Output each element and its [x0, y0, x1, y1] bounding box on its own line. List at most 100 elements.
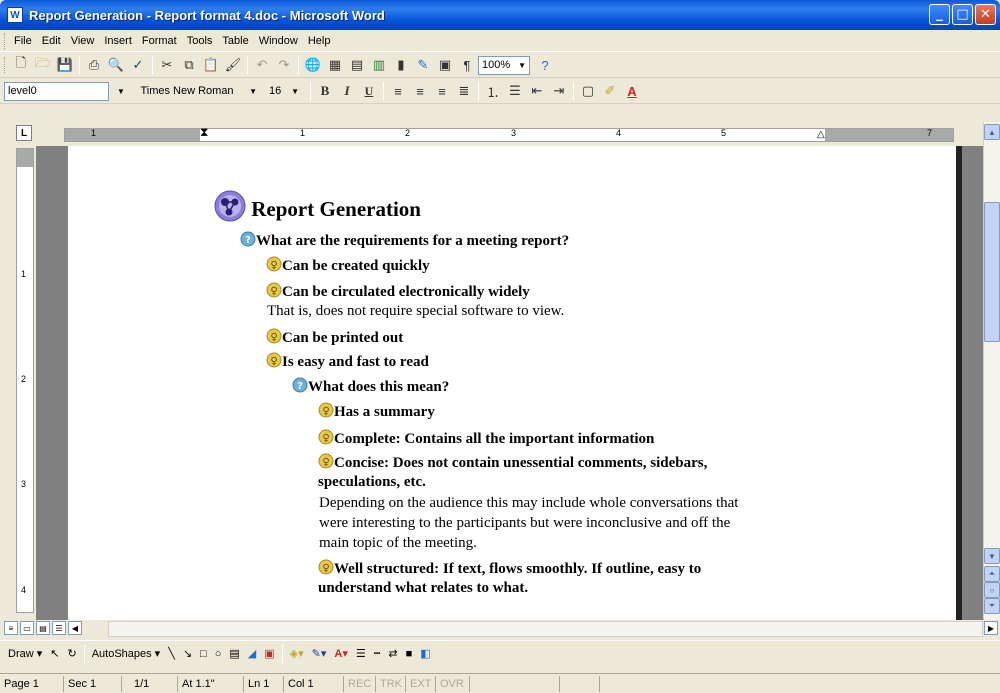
font-select[interactable]: ▼ Times New Roman ▼ [113, 81, 261, 101]
zoom-select[interactable]: 100% ▼ [478, 55, 530, 75]
menu-help[interactable]: Help [304, 33, 337, 49]
select-browse-object-icon[interactable]: ○ [984, 582, 1000, 598]
tab-selector[interactable]: L [16, 125, 32, 141]
previous-page-icon[interactable]: ⏶ [984, 566, 1000, 582]
horizontal-scrollbar[interactable] [108, 621, 983, 637]
underline-button[interactable]: U [358, 81, 380, 101]
close-button[interactable]: ✕ [975, 4, 996, 25]
clip-art-icon[interactable]: ▣ [260, 647, 278, 660]
style-select[interactable]: level0 [4, 81, 109, 101]
menu-edit[interactable]: Edit [38, 33, 67, 49]
open-folder-icon[interactable]: 🗁 [32, 55, 54, 75]
status-rec[interactable]: REC [344, 675, 376, 692]
document-map-icon[interactable]: ▣ [434, 55, 456, 75]
columns-icon[interactable]: ▮ [390, 55, 412, 75]
word-app-icon[interactable]: W [7, 7, 23, 23]
menu-insert[interactable]: Insert [100, 33, 138, 49]
status-ext[interactable]: EXT [406, 675, 436, 692]
tables-borders-icon[interactable]: ▦ [324, 55, 346, 75]
maximize-button[interactable]: □ [952, 4, 973, 25]
show-formatting-icon[interactable]: ¶ [456, 55, 478, 75]
help-icon[interactable]: ? [534, 55, 556, 75]
spelling-icon[interactable]: ✓ [127, 55, 149, 75]
toolbar-grip[interactable] [4, 32, 8, 49]
status-trk[interactable]: TRK [376, 675, 406, 692]
scroll-up-icon[interactable]: ▲ [984, 124, 1000, 140]
hyperlink-icon[interactable]: 🌐 [302, 55, 324, 75]
print-layout-icon[interactable]: ▤ [36, 621, 50, 635]
fill-color-icon[interactable]: ◈▾ [286, 647, 308, 660]
indent-marker-icon[interactable]: ⧗ [200, 125, 208, 140]
line-icon[interactable]: ╲ [164, 647, 179, 660]
print-preview-icon[interactable]: 🔍 [105, 55, 127, 75]
menu-window[interactable]: Window [255, 33, 304, 49]
line-color-icon[interactable]: ✎▾ [308, 647, 331, 660]
bold-button[interactable]: B [314, 81, 336, 101]
draw-menu[interactable]: Draw ▾ [4, 647, 46, 661]
print-icon[interactable]: ⎙ [83, 55, 105, 75]
horizontal-ruler[interactable]: 1 1 2 3 4 5 7 ⧗ △ [64, 125, 954, 142]
copy-icon[interactable]: ⧉ [178, 55, 200, 75]
format-painter-icon[interactable]: 🖌 [222, 55, 244, 75]
decrease-indent-icon[interactable]: ⇤ [526, 81, 548, 101]
align-left-icon[interactable]: ≡ [387, 81, 409, 101]
document-page[interactable]: Report Generation ? What are the requirem… [68, 146, 956, 620]
text-box-icon[interactable]: ▤ [225, 647, 243, 660]
select-objects-icon[interactable]: ↖ [46, 647, 63, 660]
arrow-icon[interactable]: ↘ [179, 647, 196, 660]
shadow-icon[interactable]: ■ [402, 648, 417, 660]
drawing-icon[interactable]: ✎ [412, 55, 434, 75]
insert-excel-icon[interactable]: ▥ [368, 55, 390, 75]
status-ovr[interactable]: OVR [436, 675, 470, 692]
3d-icon[interactable]: ◧ [416, 647, 434, 660]
redo-icon[interactable]: ↷ [273, 55, 295, 75]
vertical-ruler[interactable]: 1 2 3 4 [16, 148, 34, 613]
menu-file[interactable]: File [10, 33, 38, 49]
outline-item-row: ♀ Has a summary [318, 402, 435, 421]
font-color-icon[interactable]: A [621, 81, 643, 101]
italic-button[interactable]: I [336, 81, 358, 101]
font-size-select[interactable]: 16 ▼ [265, 81, 303, 101]
justify-icon[interactable]: ≣ [453, 81, 475, 101]
increase-indent-icon[interactable]: ⇥ [548, 81, 570, 101]
menu-format[interactable]: Format [138, 33, 183, 49]
numbering-icon[interactable]: ⒈ [482, 81, 504, 101]
next-page-icon[interactable]: ⏷ [984, 598, 1000, 614]
scroll-thumb[interactable] [984, 202, 1000, 342]
outline-view-icon[interactable]: ☰ [52, 621, 66, 635]
align-center-icon[interactable]: ≡ [409, 81, 431, 101]
scroll-left-icon[interactable]: ◀ [68, 621, 82, 635]
vertical-scrollbar[interactable]: ▲ ▼ ⏶ ○ ⏷ [983, 122, 1000, 620]
svg-text:♀: ♀ [270, 356, 277, 367]
paste-icon[interactable]: 📋 [200, 55, 222, 75]
font-color-icon[interactable]: A▾ [330, 647, 351, 660]
outline-item-row: ♀ Can be printed out [266, 328, 403, 347]
autoshapes-menu[interactable]: AutoShapes ▾ [88, 647, 165, 661]
cut-icon[interactable]: ✂ [156, 55, 178, 75]
dash-style-icon[interactable]: ┅ [370, 647, 385, 660]
arrow-style-icon[interactable]: ⇄ [384, 647, 401, 660]
rectangle-icon[interactable]: □ [196, 648, 211, 660]
toolbar-grip[interactable] [4, 57, 8, 73]
wordart-icon[interactable]: ◢ [244, 647, 260, 660]
scroll-right-icon[interactable]: ▶ [984, 621, 998, 635]
undo-icon[interactable]: ↶ [251, 55, 273, 75]
menu-view[interactable]: View [67, 33, 101, 49]
menu-table[interactable]: Table [218, 33, 254, 49]
line-style-icon[interactable]: ☰ [352, 647, 370, 660]
scroll-down-icon[interactable]: ▼ [984, 548, 1000, 564]
borders-icon[interactable]: ▢ [577, 81, 599, 101]
oval-icon[interactable]: ○ [211, 648, 226, 660]
menu-tools[interactable]: Tools [183, 33, 219, 49]
free-rotate-icon[interactable]: ↻ [63, 647, 80, 660]
bullets-icon[interactable]: ☰ [504, 81, 526, 101]
save-icon[interactable]: 💾 [54, 55, 76, 75]
new-document-icon[interactable]: 🗋 [10, 55, 32, 75]
web-layout-icon[interactable]: ▭ [20, 621, 34, 635]
normal-view-icon[interactable]: ≡ [4, 621, 18, 635]
align-right-icon[interactable]: ≡ [431, 81, 453, 101]
minimize-button[interactable]: _ [929, 4, 950, 25]
insert-table-icon[interactable]: ▤ [346, 55, 368, 75]
highlight-icon[interactable]: ✐ [599, 81, 621, 101]
right-indent-marker-icon[interactable]: △ [817, 129, 825, 140]
